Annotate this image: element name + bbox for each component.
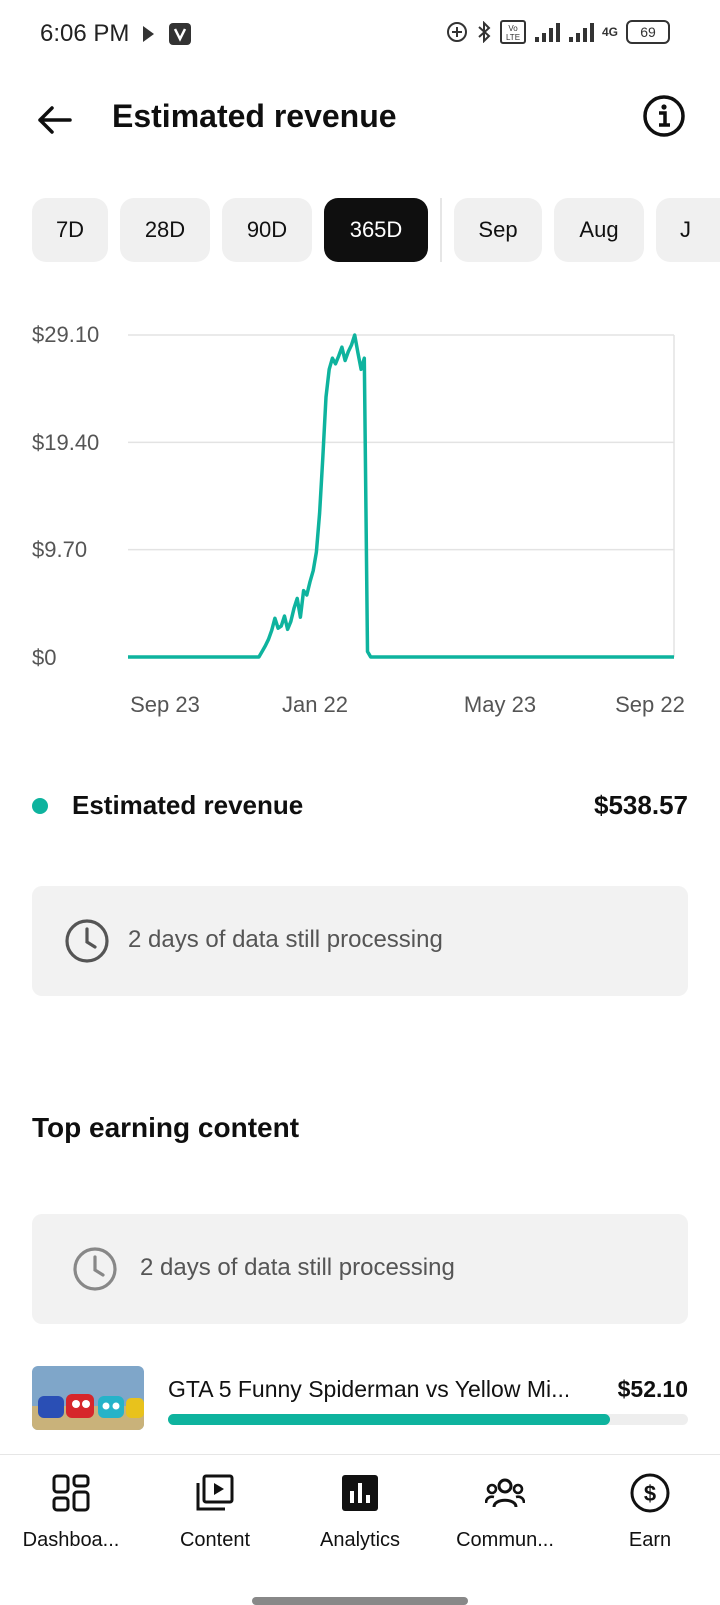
clock-icon bbox=[65, 919, 109, 963]
page-title: Estimated revenue bbox=[112, 98, 397, 134]
x-tick: May 23 bbox=[463, 692, 537, 717]
chip-aug[interactable]: Aug bbox=[554, 198, 644, 262]
chip-90d[interactable]: 90D bbox=[222, 198, 312, 262]
revenue-chart: $29.10 $19.40 $9.70 $0 Sep 23 Jan 22 May… bbox=[0, 300, 720, 720]
x-tick: Sep 23 bbox=[130, 692, 200, 717]
clock-icon bbox=[73, 1247, 117, 1291]
status-time: 6:06 PM bbox=[40, 20, 130, 47]
content-title: GTA 5 Funny Spiderman vs Yellow Mi... bbox=[168, 1376, 568, 1402]
app-v-icon bbox=[169, 23, 191, 45]
system-icons: Vo LTE 4G 69 bbox=[446, 20, 670, 44]
video-thumbnail bbox=[32, 1366, 144, 1430]
back-arrow-icon[interactable] bbox=[32, 98, 76, 142]
chip-sep[interactable]: Sep bbox=[454, 198, 542, 262]
network-type: 4G bbox=[601, 25, 618, 39]
chart-plot bbox=[128, 333, 675, 659]
nav-content[interactable]: Content bbox=[150, 1465, 280, 1555]
processing-text: 2 days of data still processing bbox=[140, 1254, 455, 1281]
community-icon bbox=[485, 1478, 525, 1508]
legend-label: Estimated revenue bbox=[72, 790, 304, 820]
data-saver-icon bbox=[446, 22, 467, 42]
chip-jul[interactable]: J bbox=[656, 198, 720, 262]
revenue-share-fill bbox=[168, 1414, 610, 1425]
x-tick: Sep 22 bbox=[615, 692, 685, 717]
x-tick: Jan 22 bbox=[281, 692, 349, 717]
svg-text:$: $ bbox=[644, 1481, 656, 1506]
revenue-share-bar bbox=[168, 1414, 688, 1425]
content-revenue: $52.10 bbox=[617, 1376, 688, 1402]
svg-text:Vo: Vo bbox=[508, 24, 518, 33]
chart-legend: Estimated revenue $538.57 bbox=[32, 786, 688, 826]
signal-icon bbox=[534, 23, 560, 42]
chip-28d[interactable]: 28D bbox=[120, 198, 210, 262]
chip-365d[interactable]: 365D bbox=[324, 198, 428, 262]
signal-icon-2 bbox=[568, 23, 594, 42]
volte-icon: VoLTE bbox=[499, 20, 526, 44]
home-indicator[interactable] bbox=[252, 1597, 468, 1605]
nav-community[interactable]: Commun... bbox=[440, 1465, 570, 1555]
legend-value: $538.57 bbox=[594, 790, 688, 820]
processing-text: 2 days of data still processing bbox=[128, 926, 443, 953]
analytics-icon bbox=[342, 1475, 378, 1511]
notification-icons bbox=[140, 22, 192, 46]
bottom-nav: Dashboa... Content Analytics Commun... $… bbox=[0, 1454, 720, 1565]
app-bar: Estimated revenue bbox=[0, 80, 720, 156]
legend-dot bbox=[32, 798, 48, 814]
processing-notice-top-earning: 2 days of data still processing bbox=[32, 1214, 688, 1324]
battery-icon: 69 bbox=[626, 20, 670, 44]
earn-icon: $ bbox=[630, 1473, 670, 1513]
bluetooth-icon bbox=[478, 21, 491, 43]
nav-dashboard[interactable]: Dashboa... bbox=[6, 1465, 136, 1555]
nav-analytics[interactable]: Analytics bbox=[295, 1465, 425, 1555]
play-store-icon bbox=[143, 26, 154, 42]
nav-label: Analytics bbox=[319, 1529, 401, 1551]
processing-notice: 2 days of data still processing bbox=[32, 886, 688, 996]
revenue-series-line bbox=[128, 333, 674, 659]
nav-label: Commun... bbox=[456, 1529, 554, 1551]
section-title: Top earning content bbox=[32, 1112, 300, 1143]
chip-divider bbox=[440, 198, 442, 262]
chip-7d[interactable]: 7D bbox=[32, 198, 108, 262]
content-icon bbox=[196, 1474, 234, 1511]
battery-level: 69 bbox=[640, 24, 656, 40]
info-icon[interactable] bbox=[642, 94, 686, 138]
nav-label: Dashboa... bbox=[22, 1529, 120, 1551]
svg-text:LTE: LTE bbox=[506, 33, 520, 42]
nav-earn[interactable]: $ Earn bbox=[585, 1465, 715, 1555]
nav-label: Content bbox=[179, 1529, 251, 1551]
list-item[interactable]: GTA 5 Funny Spiderman vs Yellow Mi... $5… bbox=[32, 1366, 688, 1436]
dashboard-icon bbox=[52, 1474, 90, 1512]
status-bar: 6:06 PM Vo LTE 4G 69 bbox=[0, 0, 720, 70]
period-chips: 7D 28D 90D 365D Sep Aug J bbox=[32, 198, 720, 262]
nav-label: Earn bbox=[628, 1529, 672, 1551]
